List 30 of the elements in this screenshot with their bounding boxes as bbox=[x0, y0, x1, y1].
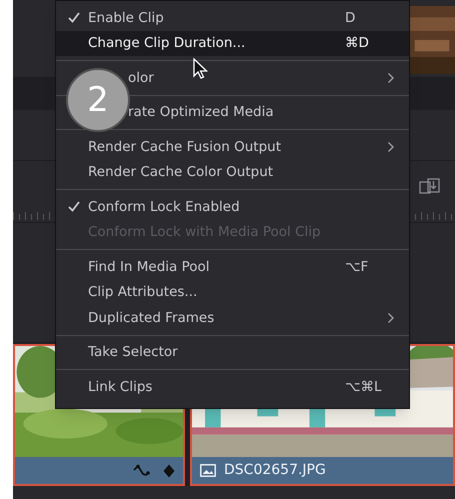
menu-item-label: rate Optimized Media bbox=[128, 103, 274, 122]
keyframe-icon bbox=[163, 464, 175, 478]
menu-item-label: Duplicated Frames bbox=[88, 308, 214, 328]
menu-item[interactable]: Duplicated Frames bbox=[56, 305, 409, 330]
curve-icon bbox=[133, 464, 153, 478]
shortcut-label: ⌥⌘L bbox=[345, 378, 383, 397]
clip-import-icon bbox=[419, 176, 441, 196]
menu-item-label: olor bbox=[128, 68, 154, 88]
menu-item-label: Take Selector bbox=[88, 343, 178, 362]
menu-item[interactable]: Change Clip Duration... ⌘D bbox=[56, 30, 409, 56]
menu-item-label: Render Cache Fusion Output bbox=[88, 138, 281, 157]
menu-item-label: Change Clip Duration... bbox=[88, 34, 246, 54]
menu-item[interactable]: Clip Attributes... bbox=[56, 280, 409, 305]
menu-item-label: Clip Attributes... bbox=[88, 283, 198, 302]
shortcut-label: ⌘D bbox=[345, 34, 370, 54]
shortcut-label: ⌥F bbox=[345, 258, 370, 277]
menu-item[interactable]: Render Cache Color Output bbox=[56, 160, 409, 185]
menu-item-label: Conform Lock Enabled bbox=[88, 198, 240, 217]
menu-item[interactable]: Find In Media Pool ⌥F bbox=[56, 254, 409, 280]
menu-item[interactable]: Render Cache Fusion Output bbox=[56, 134, 409, 160]
shortcut-label: D bbox=[345, 8, 356, 28]
clip-name: DSC02657.JPG bbox=[224, 461, 326, 480]
cursor-icon bbox=[193, 58, 209, 80]
menu-item[interactable]: Conform Lock Enabled bbox=[56, 194, 409, 220]
menu-item-label: Enable Clip bbox=[88, 8, 164, 28]
image-icon bbox=[200, 464, 216, 477]
menu-item-label: Link Clips bbox=[88, 378, 152, 397]
menu-item-label: Render Cache Color Output bbox=[88, 163, 274, 182]
menu-item[interactable]: Enable Clip D bbox=[56, 5, 409, 30]
menu-item-label: Find In Media Pool bbox=[88, 258, 210, 277]
